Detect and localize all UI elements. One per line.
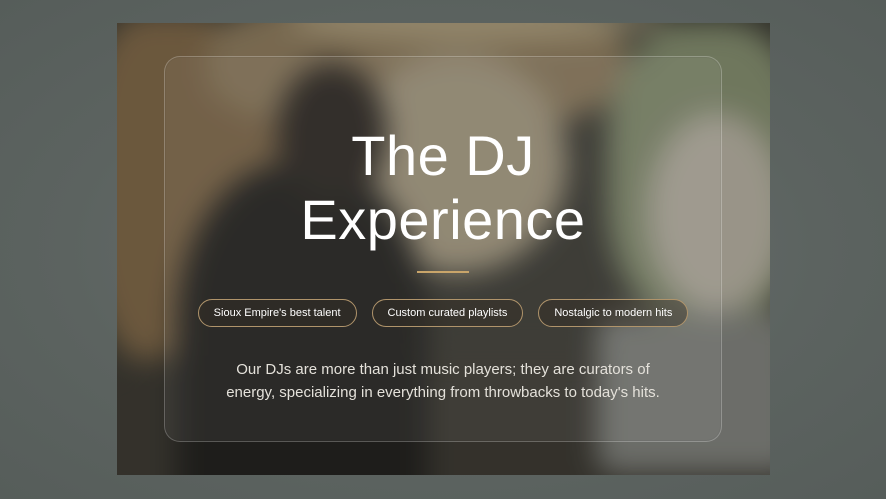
title-divider	[417, 271, 469, 273]
tag-modern-hits[interactable]: Nostalgic to modern hits	[538, 299, 689, 327]
hero-description: Our DJs are more than just music players…	[226, 361, 660, 401]
tag-curated-playlists[interactable]: Custom curated playlists	[371, 299, 524, 327]
feature-tag-list: Sioux Empire's best talent Custom curate…	[164, 299, 722, 327]
tag-best-talent[interactable]: Sioux Empire's best talent	[197, 299, 357, 327]
hero-title: The DJ Experience	[300, 124, 586, 251]
